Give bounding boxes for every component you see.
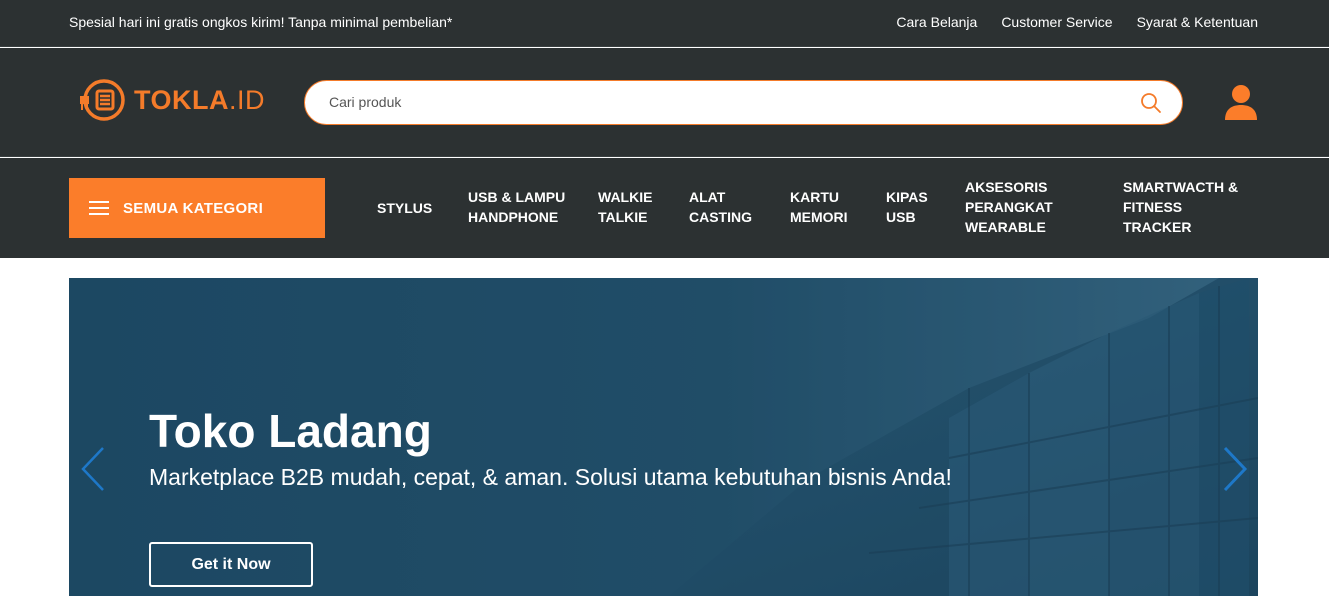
nav-item-label: PERANGKAT bbox=[965, 199, 1053, 215]
nav-item-label: MEMORI bbox=[790, 209, 848, 225]
logo-main: TOKLA bbox=[134, 84, 229, 115]
hero-banner: Toko Ladang Marketplace B2B mudah, cepat… bbox=[69, 278, 1258, 596]
nav-item-label: ALAT bbox=[689, 189, 726, 205]
nav-item-smartwatch[interactable]: SMARTWACTH & FITNESS TRACKER bbox=[1123, 177, 1238, 237]
search-input[interactable] bbox=[329, 81, 1129, 123]
nav-item-label: WALKIE bbox=[598, 189, 653, 205]
nav-item-label: AKSESORIS bbox=[965, 179, 1048, 195]
nav-item-label: KARTU bbox=[790, 189, 839, 205]
all-categories-button[interactable]: SEMUA KATEGORI bbox=[69, 178, 325, 238]
nav-item-label: TALKIE bbox=[598, 209, 648, 225]
nav-item-label: TRACKER bbox=[1123, 219, 1192, 235]
nav-item-kartu-memori[interactable]: KARTU MEMORI bbox=[790, 187, 848, 227]
promo-text: Spesial hari ini gratis ongkos kirim! Ta… bbox=[69, 14, 453, 30]
nav-item-label: KIPAS bbox=[886, 189, 928, 205]
nav-item-label: USB & LAMPU bbox=[468, 189, 566, 205]
nav-item-label: HANDPHONE bbox=[468, 209, 559, 225]
chevron-right-icon[interactable] bbox=[1219, 444, 1249, 494]
nav-item-kipas-usb[interactable]: KIPAS USB bbox=[886, 187, 928, 227]
nav-item-label: STYLUS bbox=[377, 200, 433, 216]
chevron-left-icon[interactable] bbox=[79, 444, 109, 494]
logo-icon bbox=[80, 79, 125, 121]
nav-item-stylus[interactable]: STYLUS bbox=[377, 198, 432, 218]
nav-item-label: SMARTWACTH & bbox=[1123, 179, 1239, 195]
logo[interactable]: TOKLA.ID bbox=[76, 77, 265, 123]
nav-item-walkie-talkie[interactable]: WALKIE TALKIE bbox=[598, 187, 652, 227]
category-nav: SEMUA KATEGORI STYLUS USB & LAMPU HANDPH… bbox=[0, 158, 1329, 258]
logo-text: TOKLA.ID bbox=[134, 85, 265, 116]
nav-item-aksesoris-wearable[interactable]: AKSESORIS PERANGKAT WEARABLE bbox=[965, 177, 1053, 237]
hero-subtitle: Marketplace B2B mudah, cepat, & aman. So… bbox=[149, 464, 952, 490]
get-it-now-button[interactable]: Get it Now bbox=[149, 542, 313, 587]
top-links: Cara Belanja Customer Service Syarat & K… bbox=[896, 14, 1258, 30]
logo-suffix: .ID bbox=[229, 84, 266, 115]
nav-item-label: FITNESS bbox=[1123, 199, 1183, 215]
nav-item-usb-lampu[interactable]: USB & LAMPU HANDPHONE bbox=[468, 187, 565, 227]
nav-item-label: CASTING bbox=[689, 209, 752, 225]
top-bar: Spesial hari ini gratis ongkos kirim! Ta… bbox=[0, 0, 1329, 47]
link-customer-service[interactable]: Customer Service bbox=[1001, 14, 1112, 30]
nav-item-label: WEARABLE bbox=[965, 219, 1046, 235]
user-icon[interactable] bbox=[1224, 84, 1258, 120]
menu-icon bbox=[89, 201, 109, 215]
link-syarat-ketentuan[interactable]: Syarat & Ketentuan bbox=[1137, 14, 1258, 30]
all-categories-label: SEMUA KATEGORI bbox=[123, 199, 264, 217]
header: TOKLA.ID bbox=[0, 48, 1329, 157]
link-cara-belanja[interactable]: Cara Belanja bbox=[896, 14, 977, 30]
nav-item-alat-casting[interactable]: ALAT CASTING bbox=[689, 187, 752, 227]
search-icon[interactable] bbox=[1140, 92, 1162, 114]
hero-title: Toko Ladang bbox=[149, 405, 432, 457]
nav-item-label: USB bbox=[886, 209, 916, 225]
search-bar bbox=[304, 80, 1183, 125]
